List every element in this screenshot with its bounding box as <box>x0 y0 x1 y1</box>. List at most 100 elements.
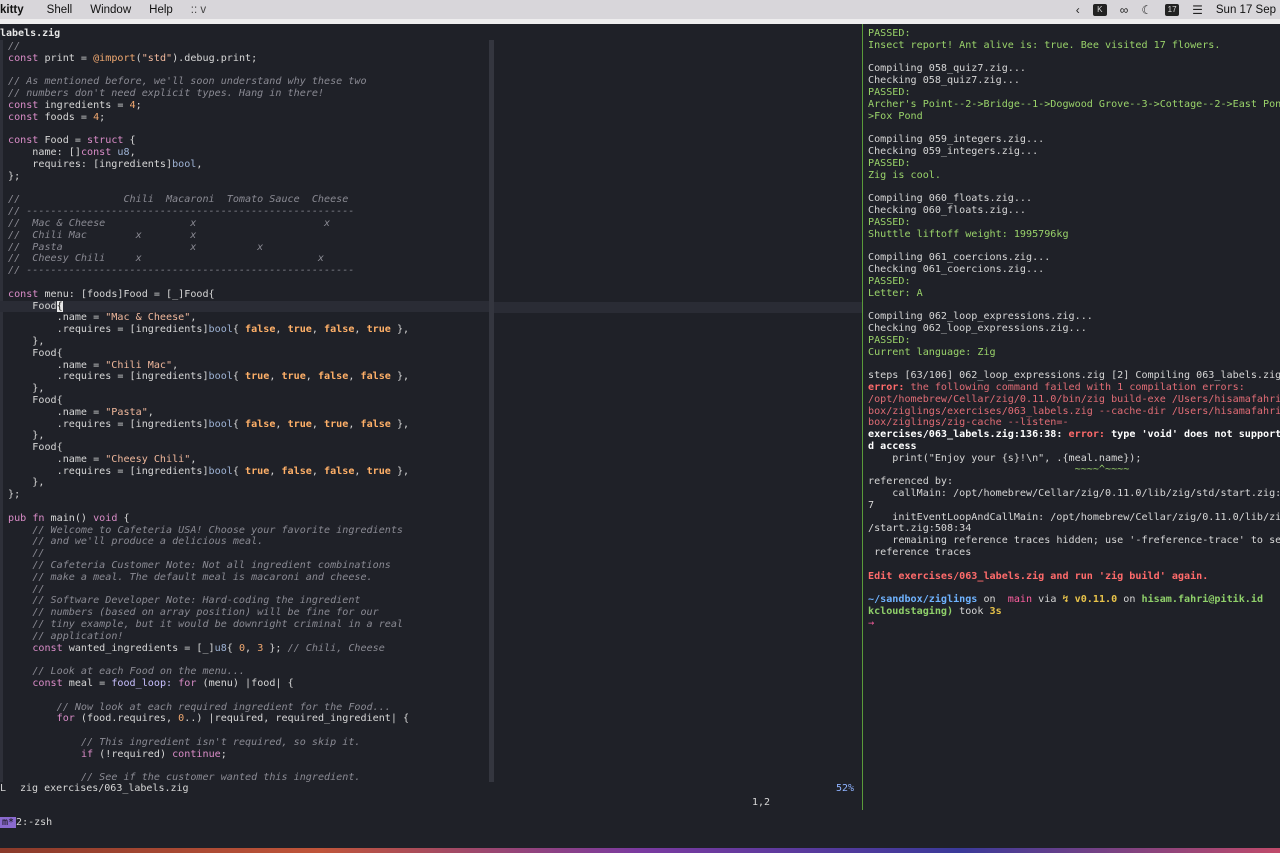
code-line[interactable]: .requires = [ingredients]bool{ false, tr… <box>8 419 488 431</box>
code-line[interactable]: // Chili Mac x x <box>8 230 488 242</box>
code-line[interactable]: Food{ <box>8 348 488 360</box>
code-area[interactable]: //const print = @import("std").debug.pri… <box>0 41 852 784</box>
code-line[interactable] <box>8 725 488 737</box>
code-line[interactable]: Food{ <box>8 395 488 407</box>
code-line[interactable]: // <box>8 584 488 596</box>
code-line[interactable]: .name = "Cheesy Chili", <box>8 454 488 466</box>
terminal-line: PASSED: <box>868 157 911 169</box>
tmux-status-bar: m* 2:-zsh <box>0 817 1280 829</box>
code-line[interactable]: // Cheesy Chili x x <box>8 253 488 265</box>
terminal-line: PASSED: <box>868 86 911 98</box>
code-line[interactable]: // tiny example, but it would be downrig… <box>8 619 488 631</box>
code-line[interactable]: // Pasta x x <box>8 242 488 254</box>
calendar-icon[interactable]: 17 <box>1165 3 1180 16</box>
code-line[interactable]: // -------------------------------------… <box>8 206 488 218</box>
code-line[interactable]: name: []const u8, <box>8 147 488 159</box>
link-icon[interactable]: ∞ <box>1120 3 1129 17</box>
code-line[interactable]: const menu: [foods]Food = [_]Food{ <box>8 289 488 301</box>
terminal-output[interactable]: PASSED: Insect report! Ant alive is: true… <box>868 28 1280 628</box>
menubar-clock[interactable]: Sun 17 Sep <box>1216 4 1276 16</box>
terminal-line: Insect report! Ant alive is: true. Bee v… <box>868 39 1221 51</box>
code-line[interactable]: }, <box>8 430 488 442</box>
code-line[interactable]: // <box>8 41 488 53</box>
terminal-line: PASSED: <box>868 275 911 287</box>
terminal-line: 7 <box>868 499 875 511</box>
scroll-percent: 52% <box>836 783 855 794</box>
chevron-left-icon[interactable]: ‹ <box>1076 3 1080 17</box>
empty-split-window[interactable] <box>494 40 862 782</box>
code-line[interactable]: // <box>8 548 488 560</box>
vim-statusline: L zig exercises/063_labels.zig 52% 1,2 <box>0 783 862 808</box>
code-line[interactable]: for (food.requires, 0..) |required, requ… <box>8 713 488 725</box>
code-line[interactable]: Food{ <box>8 442 488 454</box>
code-line[interactable]: // make a meal. The default meal is maca… <box>8 572 488 584</box>
tmux-session[interactable]: m* <box>0 817 17 828</box>
code-line[interactable]: // This ingredient isn't required, so sk… <box>8 737 488 749</box>
code-line[interactable]: // and we'll produce a delicious meal. <box>8 536 488 548</box>
terminal-line: Checking 060_floats.zig... <box>868 204 1027 216</box>
code-line[interactable]: const ingredients = 4; <box>8 100 488 112</box>
code-line[interactable]: const foods = 4; <box>8 112 488 124</box>
code-line[interactable]: .requires = [ingredients]bool{ false, tr… <box>8 324 488 336</box>
code-line[interactable]: .name = "Chili Mac", <box>8 360 488 372</box>
menu-window[interactable]: Window <box>81 4 140 16</box>
tmux-pane-divider[interactable] <box>862 24 866 810</box>
terminal-line: Compiling 062_loop_expressions.zig... <box>868 311 1093 323</box>
code-line[interactable]: const Food = struct { <box>8 135 488 147</box>
code-line[interactable]: // Cafeteria Customer Note: Not all ingr… <box>8 560 488 572</box>
code-line[interactable] <box>8 65 488 77</box>
code-line[interactable]: .name = "Mac & Cheese", <box>8 312 488 324</box>
vim-editor[interactable]: labels.zig //const print = @import("std"… <box>0 24 862 810</box>
code-line[interactable]: // Look at each Food on the menu... <box>8 666 488 678</box>
app-menu-kitty[interactable]: kitty <box>0 4 38 16</box>
code-line[interactable]: const print = @import("std").debug.print… <box>8 53 488 65</box>
terminal-line: error: the following command failed with… <box>868 381 1245 393</box>
code-line[interactable]: // Now look at each required ingredient … <box>8 702 488 714</box>
code-line[interactable]: .requires = [ingredients]bool{ true, tru… <box>8 371 488 383</box>
code-line[interactable]: const meal = food_loop: for (menu) |food… <box>8 678 488 690</box>
menu-help[interactable]: Help <box>140 4 182 16</box>
code-line[interactable] <box>8 690 488 702</box>
code-line[interactable]: pub fn main() void { <box>8 513 488 525</box>
code-line[interactable]: requires: [ingredients]bool, <box>8 159 488 171</box>
cursor-position: 1,2 <box>752 797 771 808</box>
terminal-line: exercises/063_labels.zig:136:38: error: … <box>868 429 1280 441</box>
code-line[interactable]: }, <box>8 383 488 395</box>
code-line[interactable]: }, <box>8 477 488 489</box>
code-line[interactable]: // Mac & Cheese x x <box>8 218 488 230</box>
code-line[interactable]: // application! <box>8 631 488 643</box>
control-center-icon[interactable]: ☰ <box>1192 3 1203 17</box>
code-line[interactable]: .name = "Pasta", <box>8 407 488 419</box>
code-line[interactable]: }; <box>8 489 488 501</box>
terminal-line: d access <box>868 440 917 452</box>
code-line[interactable] <box>8 501 488 513</box>
moon-icon[interactable]: ☾ <box>1141 3 1152 17</box>
code-line[interactable]: // Software Developer Note: Hard-coding … <box>8 595 488 607</box>
code-line[interactable]: // Welcome to Cafeteria USA! Choose your… <box>8 525 488 537</box>
code-line[interactable]: // numbers (based on array position) wil… <box>8 607 488 619</box>
terminal-line: Compiling 059_integers.zig... <box>868 134 1045 146</box>
terminal-line: /start.zig:508:34 <box>868 523 972 535</box>
code-line[interactable]: const wanted_ingredients = [_]u8{ 0, 3 }… <box>8 643 488 655</box>
terminal-line: Letter: A <box>868 287 923 299</box>
code-line[interactable] <box>8 183 488 195</box>
code-line[interactable]: // numbers don't need explicit types. Ha… <box>8 88 488 100</box>
code-line[interactable]: // Chili Macaroni Tomato Sauce Cheese <box>8 194 488 206</box>
code-line[interactable]: // As mentioned before, we'll soon under… <box>8 76 488 88</box>
terminal-line: kcloudstaging) took 3s <box>868 606 1002 618</box>
tmux-window-label[interactable]: 2:-zsh <box>16 817 52 828</box>
code-line[interactable]: .requires = [ingredients]bool{ true, fal… <box>8 466 488 478</box>
code-line[interactable]: // -------------------------------------… <box>8 265 488 277</box>
code-line[interactable] <box>8 654 488 666</box>
code-line[interactable]: }, <box>8 336 488 348</box>
code-line[interactable]: if (!required) continue; <box>8 749 488 761</box>
code-line[interactable] <box>8 124 488 136</box>
code-line[interactable]: }; <box>8 171 488 183</box>
code-line[interactable] <box>8 277 488 289</box>
k-app-icon[interactable]: K <box>1092 3 1107 16</box>
buffer-tab[interactable]: labels.zig <box>0 28 60 40</box>
menu-shell[interactable]: Shell <box>38 4 82 16</box>
code-line[interactable] <box>8 761 488 773</box>
